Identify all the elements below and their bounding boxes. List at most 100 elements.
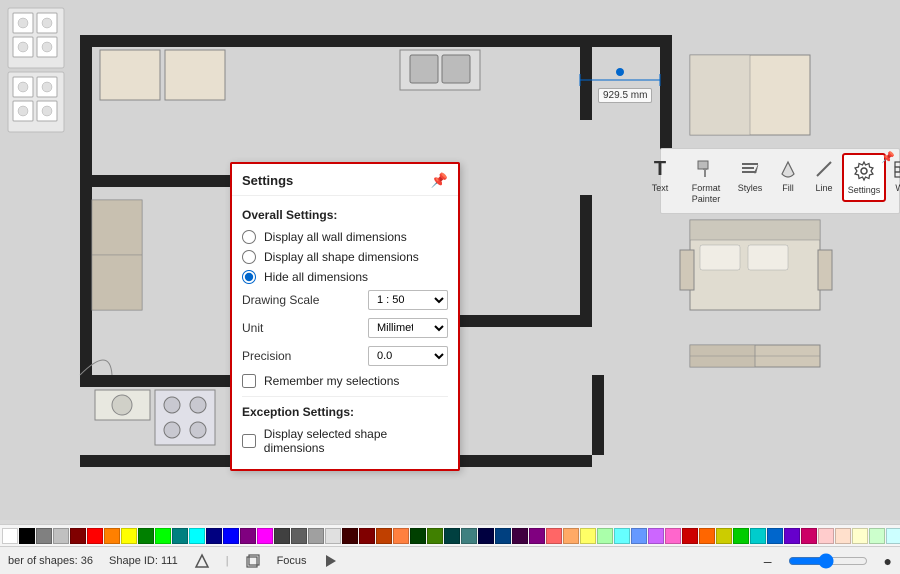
color-swatch[interactable] [733,528,749,544]
format-painter-icon [694,157,718,181]
color-swatch[interactable] [852,528,868,544]
remember-selections-label: Remember my selections [264,374,399,388]
fill-icon [776,157,800,181]
color-swatch[interactable] [478,528,494,544]
color-swatch[interactable] [410,528,426,544]
settings-divider [242,396,448,397]
color-swatch[interactable] [206,528,222,544]
remember-selections-checkbox[interactable] [242,374,256,388]
color-swatch[interactable] [495,528,511,544]
color-swatch[interactable] [291,528,307,544]
color-swatch[interactable] [767,528,783,544]
radio-wall-dim-label: Display all wall dimensions [264,230,407,244]
color-swatch[interactable] [19,528,35,544]
radio-wall-dim-input[interactable] [242,230,256,244]
toolbar-item-line[interactable]: Line [806,153,842,198]
color-palette [0,524,900,546]
shape-icon-area [194,553,210,569]
color-swatch[interactable] [716,528,732,544]
radio-hide-dim-input[interactable] [242,270,256,284]
toolbar-text-label: Text [652,183,669,194]
color-swatch[interactable] [801,528,817,544]
color-swatch[interactable] [665,528,681,544]
radio-hide-dim[interactable]: Hide all dimensions [242,270,448,284]
color-swatch[interactable] [427,528,443,544]
unit-row: Unit Millimet... Centimeters Inches [242,318,448,338]
color-swatch[interactable] [648,528,664,544]
display-selected-dim-checkbox[interactable] [242,434,256,448]
zoom-slider[interactable] [788,553,868,569]
color-swatch[interactable] [563,528,579,544]
color-swatch[interactable] [70,528,86,544]
display-selected-dim-option[interactable]: Display selected shape dimensions [242,427,448,455]
radio-shape-dim[interactable]: Display all shape dimensions [242,250,448,264]
color-swatch[interactable] [87,528,103,544]
status-bar: ber of shapes: 36 Shape ID: 111 | Focus … [0,546,900,574]
color-swatch[interactable] [461,528,477,544]
play-icon[interactable] [323,553,339,569]
color-swatch[interactable] [597,528,613,544]
color-swatch[interactable] [36,528,52,544]
color-swatch[interactable] [308,528,324,544]
color-swatch[interactable] [393,528,409,544]
color-swatch[interactable] [325,528,341,544]
toolbar-item-settings[interactable]: Settings [842,153,886,202]
precision-select[interactable]: 0.0 0.00 0.000 [368,346,448,366]
color-swatch[interactable] [172,528,188,544]
color-swatch[interactable] [189,528,205,544]
unit-select[interactable]: Millimet... Centimeters Inches [368,318,448,338]
toolbar-item-format-painter[interactable]: FormatPainter [682,153,730,209]
zoom-out-icon[interactable]: – [764,553,772,569]
shape-id: Shape ID: 111 [109,555,178,567]
color-swatch[interactable] [529,528,545,544]
color-swatch[interactable] [818,528,834,544]
shapes-count: ber of shapes: 36 [8,555,93,567]
color-swatch[interactable] [138,528,154,544]
color-swatch[interactable] [580,528,596,544]
dimension-label: 929.5 mm [598,88,652,103]
color-swatch[interactable] [121,528,137,544]
color-swatch[interactable] [835,528,851,544]
exception-settings-label: Exception Settings: [242,405,448,419]
color-swatch[interactable] [869,528,885,544]
color-swatch[interactable] [53,528,69,544]
color-swatch[interactable] [631,528,647,544]
drawing-scale-select[interactable]: 1 : 50 1 : 100 1 : 200 [368,290,448,310]
color-swatch[interactable] [784,528,800,544]
color-swatch[interactable] [699,528,715,544]
color-swatch[interactable] [376,528,392,544]
color-swatch[interactable] [682,528,698,544]
radio-hide-dim-label: Hide all dimensions [264,270,368,284]
color-swatch[interactable] [2,528,18,544]
color-swatch[interactable] [223,528,239,544]
color-swatch[interactable] [444,528,460,544]
color-swatch[interactable] [546,528,562,544]
radio-shape-dim-input[interactable] [242,250,256,264]
focus-label[interactable]: Focus [277,555,307,567]
toolbar-line-label: Line [815,183,832,194]
color-swatch[interactable] [274,528,290,544]
toolbar-styles-label: Styles [738,183,763,194]
toolbar-item-text[interactable]: T Text [638,153,682,198]
remember-selections-option[interactable]: Remember my selections [242,374,448,388]
color-swatch[interactable] [104,528,120,544]
toolbar: T Text FormatPainter Styles Fill [660,148,900,214]
color-swatch[interactable] [155,528,171,544]
toolbar-pin[interactable]: 📌 [881,151,895,164]
display-selected-dim-label: Display selected shape dimensions [264,427,448,455]
zoom-in-icon[interactable]: ● [884,553,892,569]
settings-pin-button[interactable]: 📌 [431,172,448,189]
drawing-scale-label: Drawing Scale [242,293,319,307]
color-swatch[interactable] [614,528,630,544]
color-swatch[interactable] [257,528,273,544]
color-swatch[interactable] [359,528,375,544]
radio-wall-dim[interactable]: Display all wall dimensions [242,230,448,244]
settings-body: Overall Settings: Display all wall dimen… [232,196,458,469]
color-swatch[interactable] [750,528,766,544]
color-swatch[interactable] [342,528,358,544]
color-swatch[interactable] [240,528,256,544]
color-swatch[interactable] [512,528,528,544]
toolbar-item-fill[interactable]: Fill [770,153,806,198]
color-swatch[interactable] [886,528,900,544]
toolbar-item-styles[interactable]: Styles [730,153,770,198]
